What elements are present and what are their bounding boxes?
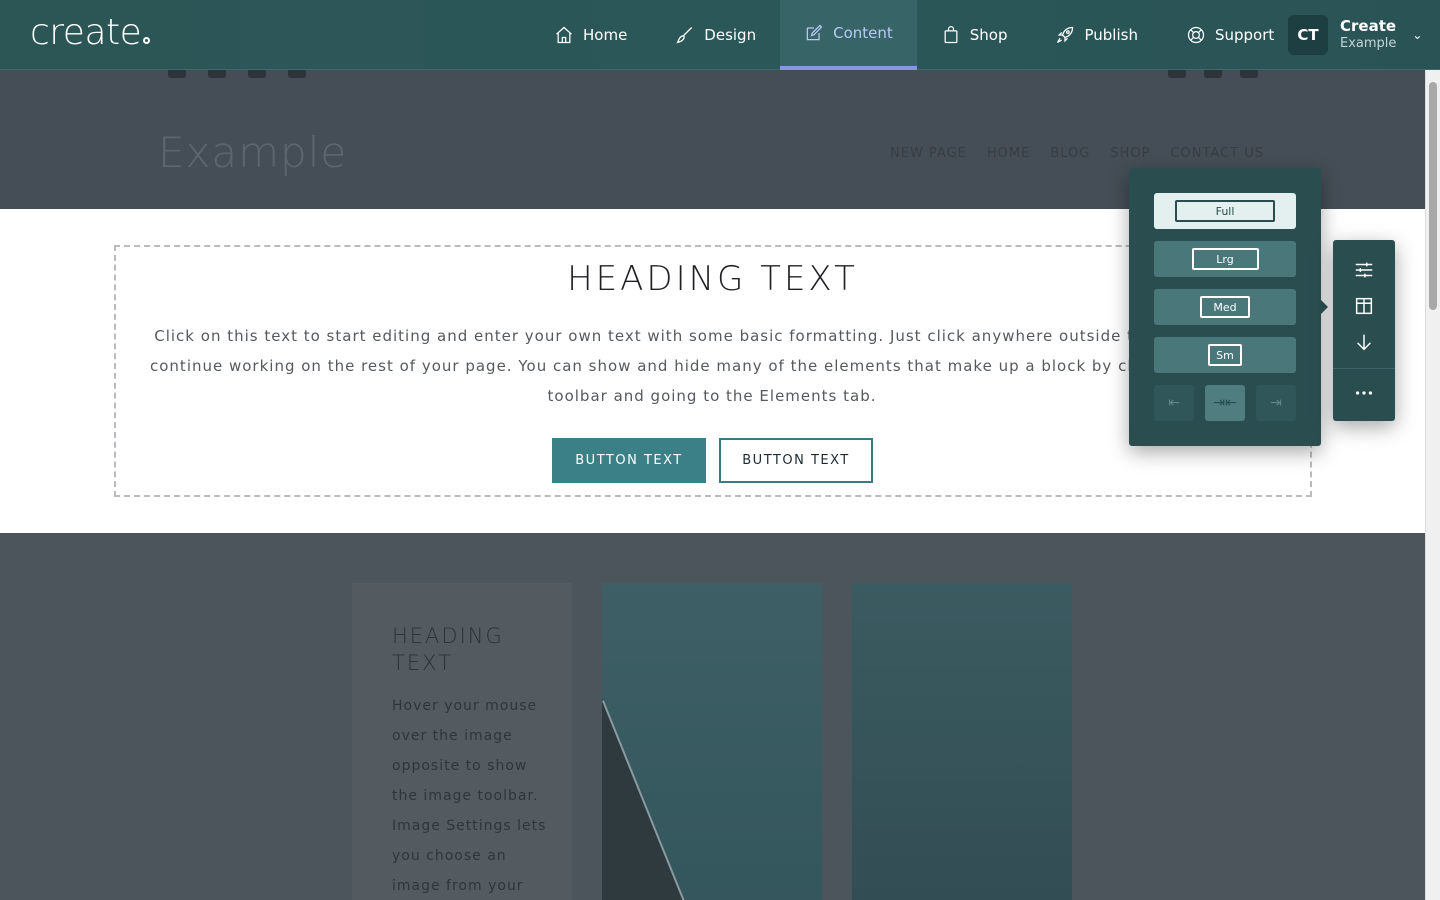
chevron-down-icon[interactable]: ⌄	[1412, 28, 1422, 42]
app-bar: create Home Design Content Shop Publish …	[0, 0, 1440, 70]
site-menu-item: BLOG	[1050, 146, 1091, 161]
nav-home-label: Home	[583, 26, 628, 44]
card-paragraph-line: Hover your mouse	[392, 698, 538, 714]
nav-content-label: Content	[833, 24, 893, 42]
nav-shop[interactable]: Shop	[917, 0, 1032, 70]
card-paragraph-line: over the image	[392, 728, 513, 744]
hero-paragraph[interactable]: Click on this text to start editing and …	[150, 321, 1274, 411]
card-paragraph-line: image from your	[392, 878, 524, 894]
site-menu-item: HOME	[986, 146, 1031, 161]
site-logo: Example	[158, 128, 348, 177]
scrollbar-thumb[interactable]	[1429, 82, 1437, 310]
width-option-medium[interactable]: Med	[1154, 289, 1296, 325]
nav-support[interactable]: Support	[1162, 0, 1298, 70]
toolbar-divider	[1333, 368, 1395, 369]
block-layout-button[interactable]	[1349, 291, 1379, 321]
account-menu[interactable]: CT Create Example ⌄	[1288, 15, 1422, 55]
width-option-label: Sm	[1208, 344, 1242, 366]
site-menu: NEW PAGE HOME BLOG SHOP CONTACT US	[890, 146, 1264, 161]
more-icon	[1355, 391, 1373, 395]
more-options-button[interactable]	[1349, 378, 1379, 408]
nav-home[interactable]: Home	[530, 0, 651, 70]
width-option-large[interactable]: Lrg	[1154, 241, 1296, 277]
logo-dot	[143, 37, 151, 44]
site-menu-item: NEW PAGE	[890, 146, 967, 161]
hero-paragraph-line: toolbar and going to the Elements tab.	[547, 387, 877, 405]
text-card: HEADING TEXT Hover your mouse over the i…	[352, 583, 572, 900]
image-gallery-block: HEADING TEXT Hover your mouse over the i…	[0, 533, 1425, 900]
width-option-label: Full	[1175, 200, 1275, 222]
columns-icon	[1355, 297, 1373, 315]
nav-publish[interactable]: Publish	[1031, 0, 1161, 70]
account-name: Create	[1340, 17, 1397, 35]
nav-design[interactable]: Design	[651, 0, 780, 70]
nav-shop-label: Shop	[969, 26, 1008, 44]
main-nav: Home Design Content Shop Publish Support	[530, 0, 1298, 70]
block-settings-button[interactable]	[1349, 255, 1379, 285]
site-menu-item: SHOP	[1110, 146, 1151, 161]
rocket-icon	[1057, 26, 1074, 44]
card-paragraph-line: opposite to show	[392, 758, 528, 774]
home-icon	[556, 26, 572, 44]
account-info: Create Example	[1340, 17, 1396, 53]
nav-content[interactable]: Content	[780, 0, 917, 70]
site-menu-item: CONTACT US	[1170, 146, 1265, 161]
primary-button[interactable]: BUTTON TEXT	[552, 438, 706, 483]
align-right-icon[interactable]: ⇥	[1256, 385, 1296, 421]
card-paragraph-line: you choose an	[392, 848, 507, 864]
logo-text: create	[30, 12, 142, 53]
scrollbar[interactable]	[1425, 70, 1440, 900]
alignment-row: ⇤ ⇥⇤ ⇥	[1154, 385, 1296, 421]
card-paragraph-line: Image Settings lets	[392, 818, 547, 834]
width-option-small[interactable]: Sm	[1154, 337, 1296, 373]
nav-publish-label: Publish	[1084, 26, 1138, 44]
card-heading: HEADING TEXT	[392, 624, 504, 675]
block-width-popover: Full Lrg Med Sm ⇤ ⇥⇤ ⇥	[1129, 168, 1328, 446]
avatar: CT	[1288, 15, 1328, 55]
card-paragraph: Hover your mouse over the image opposite…	[392, 691, 552, 900]
card-paragraph-line: the image toolbar.	[392, 788, 539, 804]
nav-support-label: Support	[1214, 26, 1275, 44]
width-option-full[interactable]: Full	[1154, 193, 1296, 229]
sliders-icon	[1355, 262, 1373, 278]
secondary-button[interactable]: BUTTON TEXT	[719, 438, 873, 483]
edit-icon	[806, 24, 823, 41]
block-toolbar	[1333, 240, 1395, 421]
arrow-down-icon	[1357, 334, 1371, 351]
account-site: Example	[1340, 36, 1397, 51]
bag-icon	[944, 26, 958, 44]
lifebuoy-icon	[1187, 26, 1205, 44]
gallery-image	[602, 583, 822, 900]
width-option-label: Lrg	[1191, 248, 1259, 270]
gallery-image	[852, 583, 1072, 900]
hero-paragraph-line: continue working on the rest of your pag…	[150, 357, 1274, 375]
brush-icon	[676, 27, 693, 44]
align-left-icon[interactable]: ⇤	[1154, 385, 1194, 421]
nav-design-label: Design	[704, 26, 757, 44]
move-down-button[interactable]	[1349, 327, 1379, 357]
hero-paragraph-line: Click on this text to start editing and …	[154, 327, 1270, 345]
create-logo[interactable]: create	[30, 12, 151, 53]
align-center-icon[interactable]: ⇥⇤	[1205, 385, 1245, 421]
width-option-label: Med	[1200, 296, 1250, 318]
